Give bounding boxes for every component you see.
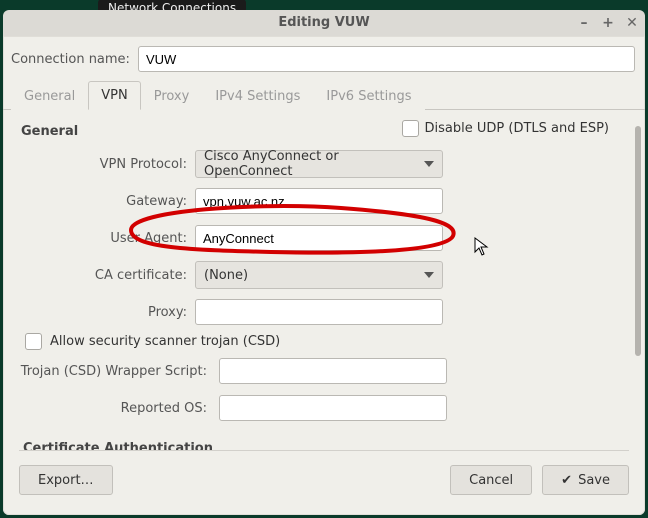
proxy-label: Proxy: (19, 305, 195, 320)
chevron-down-icon (424, 161, 434, 167)
titlebar: Editing VUW – + ✕ (3, 10, 645, 37)
save-button-label: Save (578, 473, 610, 488)
allow-csd-label: Allow security scanner trojan (CSD) (50, 334, 280, 349)
reported-os-input[interactable] (219, 395, 447, 421)
tab-bar: General VPN Proxy IPv4 Settings IPv6 Set… (3, 80, 645, 110)
gateway-label: Gateway: (19, 194, 195, 209)
proxy-input[interactable] (195, 299, 443, 325)
pane-scrollbar[interactable] (635, 126, 641, 436)
save-button[interactable]: ✔ Save (542, 465, 629, 495)
gateway-input[interactable] (195, 188, 443, 214)
maximize-button[interactable]: + (601, 10, 615, 36)
allow-csd-checkbox[interactable] (25, 333, 42, 350)
vpn-protocol-label: VPN Protocol: (19, 157, 195, 172)
minimize-button[interactable]: – (577, 10, 591, 36)
connection-name-label: Connection name: (11, 52, 130, 67)
user-agent-label: User Agent: (19, 231, 195, 246)
user-agent-input[interactable] (195, 225, 443, 251)
connection-name-input[interactable] (138, 46, 635, 72)
disable-udp-checkbox[interactable] (402, 120, 419, 137)
export-button[interactable]: Export… (19, 465, 113, 495)
check-icon: ✔ (561, 473, 572, 488)
disable-udp-label: Disable UDP (DTLS and ESP) (425, 121, 609, 136)
close-button[interactable]: ✕ (625, 10, 639, 36)
section-cert-heading: Certificate Authentication (23, 441, 619, 450)
ca-cert-combo[interactable]: (None) (195, 261, 443, 289)
reported-os-label: Reported OS: (19, 401, 219, 416)
window-title: Editing VUW (278, 15, 369, 30)
scroll-thumb[interactable] (635, 126, 641, 356)
tab-vpn[interactable]: VPN (88, 81, 140, 110)
cancel-button[interactable]: Cancel (450, 465, 532, 495)
ca-cert-label: CA certificate: (19, 268, 195, 283)
tab-ipv6[interactable]: IPv6 Settings (313, 82, 424, 110)
vpn-protocol-value: Cisco AnyConnect or OpenConnect (204, 149, 424, 179)
csd-wrapper-label: Trojan (CSD) Wrapper Script: (19, 364, 219, 379)
chevron-down-icon (424, 272, 434, 278)
csd-wrapper-input[interactable] (219, 358, 447, 384)
tab-proxy[interactable]: Proxy (141, 82, 203, 110)
ca-cert-value: (None) (204, 268, 248, 283)
tab-ipv4[interactable]: IPv4 Settings (202, 82, 313, 110)
tab-general[interactable]: General (11, 82, 88, 110)
vpn-protocol-combo[interactable]: Cisco AnyConnect or OpenConnect (195, 150, 443, 178)
